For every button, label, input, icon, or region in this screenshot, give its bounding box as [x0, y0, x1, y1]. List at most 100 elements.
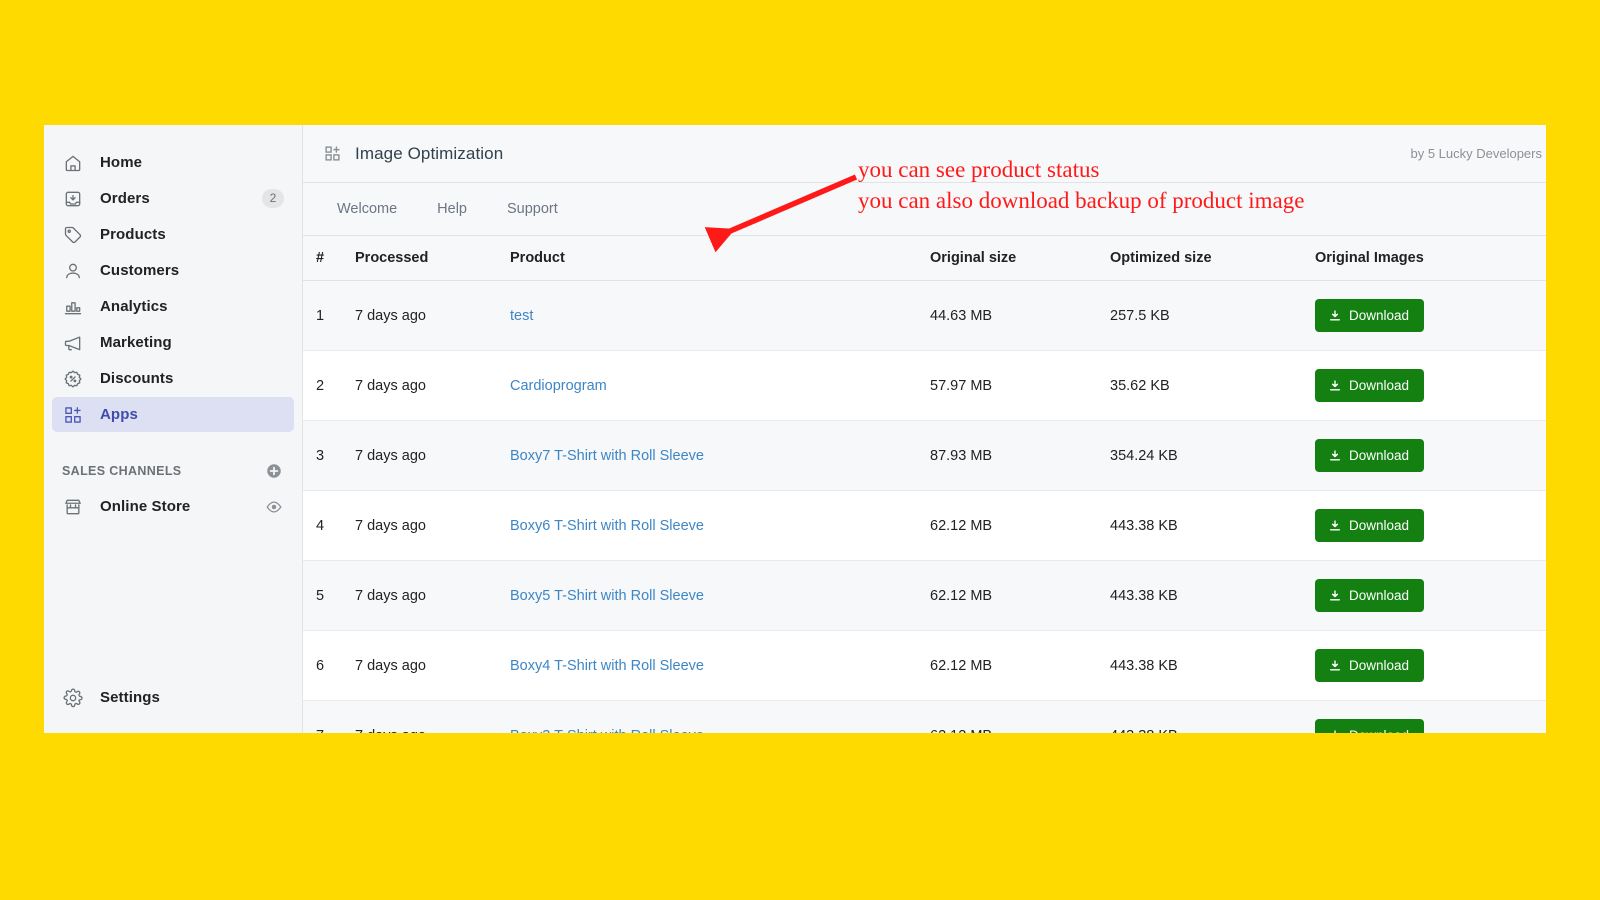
table-row: 57 days agoBoxy5 T-Shirt with Roll Sleev… [303, 561, 1546, 631]
home-icon [62, 152, 84, 174]
marketing-megaphone-icon [62, 332, 84, 354]
cell-processed: 7 days ago [355, 701, 510, 734]
download-button[interactable]: Download [1315, 299, 1424, 332]
download-icon [1328, 659, 1342, 673]
table-row: 17 days agotest44.63 MB257.5 KBDownload [303, 281, 1546, 351]
download-button[interactable]: Download [1315, 649, 1424, 682]
tab-help[interactable]: Help [423, 195, 481, 223]
table-header-row: # Processed Product Original size Optimi… [303, 236, 1546, 281]
sidebar-item-label: Settings [100, 689, 284, 706]
optimization-table: # Processed Product Original size Optimi… [303, 236, 1546, 733]
cell-index: 2 [303, 351, 355, 421]
tab-welcome[interactable]: Welcome [323, 195, 411, 223]
cell-original-size: 62.12 MB [930, 561, 1110, 631]
analytics-bars-icon [62, 296, 84, 318]
download-button[interactable]: Download [1315, 719, 1424, 733]
plus-circle-icon[interactable] [264, 461, 284, 481]
sidebar-item-online-store[interactable]: Online Store [52, 489, 294, 524]
sidebar-item-apps[interactable]: Apps [52, 397, 294, 432]
apps-grid-plus-icon [321, 143, 343, 165]
sidebar-item-label: Orders [100, 190, 262, 207]
download-icon [1328, 449, 1342, 463]
sidebar-item-customers[interactable]: Customers [52, 253, 294, 288]
product-link[interactable]: Boxy6 T-Shirt with Roll Sleeve [510, 518, 704, 534]
eye-icon[interactable] [264, 497, 284, 517]
product-link[interactable]: Cardioprogram [510, 378, 607, 394]
customers-person-icon [62, 260, 84, 282]
column-header-processed: Processed [355, 236, 510, 281]
tab-support[interactable]: Support [493, 195, 572, 223]
cell-optimized-size: 354.24 KB [1110, 421, 1315, 491]
download-button-label: Download [1349, 448, 1409, 463]
sidebar-item-home[interactable]: Home [52, 145, 294, 180]
download-icon [1328, 519, 1342, 533]
product-link[interactable]: Boxy4 T-Shirt with Roll Sleeve [510, 658, 704, 674]
download-button[interactable]: Download [1315, 369, 1424, 402]
sidebar-spacer [44, 525, 302, 680]
cell-product: Boxy5 T-Shirt with Roll Sleeve [510, 561, 930, 631]
sales-channels-section-header: SALES CHANNELS [52, 457, 294, 485]
cell-optimized-size: 257.5 KB [1110, 281, 1315, 351]
sidebar-item-orders[interactable]: Orders 2 [52, 181, 294, 216]
cell-product: Boxy7 T-Shirt with Roll Sleeve [510, 421, 930, 491]
cell-original-images: Download [1315, 421, 1546, 491]
cell-optimized-size: 443.38 KB [1110, 561, 1315, 631]
cell-product: test [510, 281, 930, 351]
column-header-original-size: Original size [930, 236, 1110, 281]
cell-product: Boxy6 T-Shirt with Roll Sleeve [510, 491, 930, 561]
download-button-label: Download [1349, 518, 1409, 533]
sidebar-item-label: Analytics [100, 298, 284, 315]
app-header: Image Optimization by 5 Lucky Developers [303, 125, 1546, 183]
product-link[interactable]: Boxy3 T-Shirt with Roll Sleeve [510, 728, 704, 734]
download-button[interactable]: Download [1315, 439, 1424, 472]
table-row: 27 days agoCardioprogram57.97 MB35.62 KB… [303, 351, 1546, 421]
sidebar-item-settings[interactable]: Settings [52, 680, 294, 715]
download-button-label: Download [1349, 308, 1409, 323]
tabs-bar: Welcome Help Support [303, 183, 1546, 236]
cell-optimized-size: 443.38 KB [1110, 701, 1315, 734]
sidebar-item-label: Apps [100, 406, 284, 423]
cell-product: Boxy3 T-Shirt with Roll Sleeve [510, 701, 930, 734]
apps-grid-plus-icon [62, 404, 84, 426]
sidebar-item-analytics[interactable]: Analytics [52, 289, 294, 324]
sidebar-item-products[interactable]: Products [52, 217, 294, 252]
cell-index: 3 [303, 421, 355, 491]
download-icon [1328, 309, 1342, 323]
cell-original-images: Download [1315, 561, 1546, 631]
cell-index: 5 [303, 561, 355, 631]
download-button-label: Download [1349, 728, 1409, 733]
product-link[interactable]: test [510, 308, 533, 324]
column-header-original-images: Original Images [1315, 236, 1546, 281]
cell-original-images: Download [1315, 281, 1546, 351]
cell-processed: 7 days ago [355, 561, 510, 631]
download-button-label: Download [1349, 588, 1409, 603]
cell-original-size: 62.12 MB [930, 491, 1110, 561]
cell-processed: 7 days ago [355, 281, 510, 351]
download-button[interactable]: Download [1315, 509, 1424, 542]
sidebar-item-marketing[interactable]: Marketing [52, 325, 294, 360]
sidebar-item-label: Home [100, 154, 284, 171]
discounts-percent-icon [62, 368, 84, 390]
cell-index: 1 [303, 281, 355, 351]
download-icon [1328, 379, 1342, 393]
cell-original-size: 62.12 MB [930, 631, 1110, 701]
sidebar: Home Orders 2 Products Customers A [44, 125, 303, 733]
product-link[interactable]: Boxy7 T-Shirt with Roll Sleeve [510, 448, 704, 464]
sidebar-item-discounts[interactable]: Discounts [52, 361, 294, 396]
download-button-label: Download [1349, 378, 1409, 393]
cell-optimized-size: 35.62 KB [1110, 351, 1315, 421]
cell-optimized-size: 443.38 KB [1110, 491, 1315, 561]
table-body: 17 days agotest44.63 MB257.5 KBDownload2… [303, 281, 1546, 734]
cell-optimized-size: 443.38 KB [1110, 631, 1315, 701]
cell-original-size: 62.12 MB [930, 701, 1110, 734]
product-link[interactable]: Boxy5 T-Shirt with Roll Sleeve [510, 588, 704, 604]
download-button[interactable]: Download [1315, 579, 1424, 612]
cell-original-size: 57.97 MB [930, 351, 1110, 421]
download-button-label: Download [1349, 658, 1409, 673]
cell-processed: 7 days ago [355, 631, 510, 701]
app-window: Home Orders 2 Products Customers A [44, 125, 1546, 733]
sales-channels-title: SALES CHANNELS [62, 464, 264, 478]
table-row: 67 days agoBoxy4 T-Shirt with Roll Sleev… [303, 631, 1546, 701]
optimization-table-container: # Processed Product Original size Optimi… [303, 236, 1546, 733]
cell-processed: 7 days ago [355, 491, 510, 561]
